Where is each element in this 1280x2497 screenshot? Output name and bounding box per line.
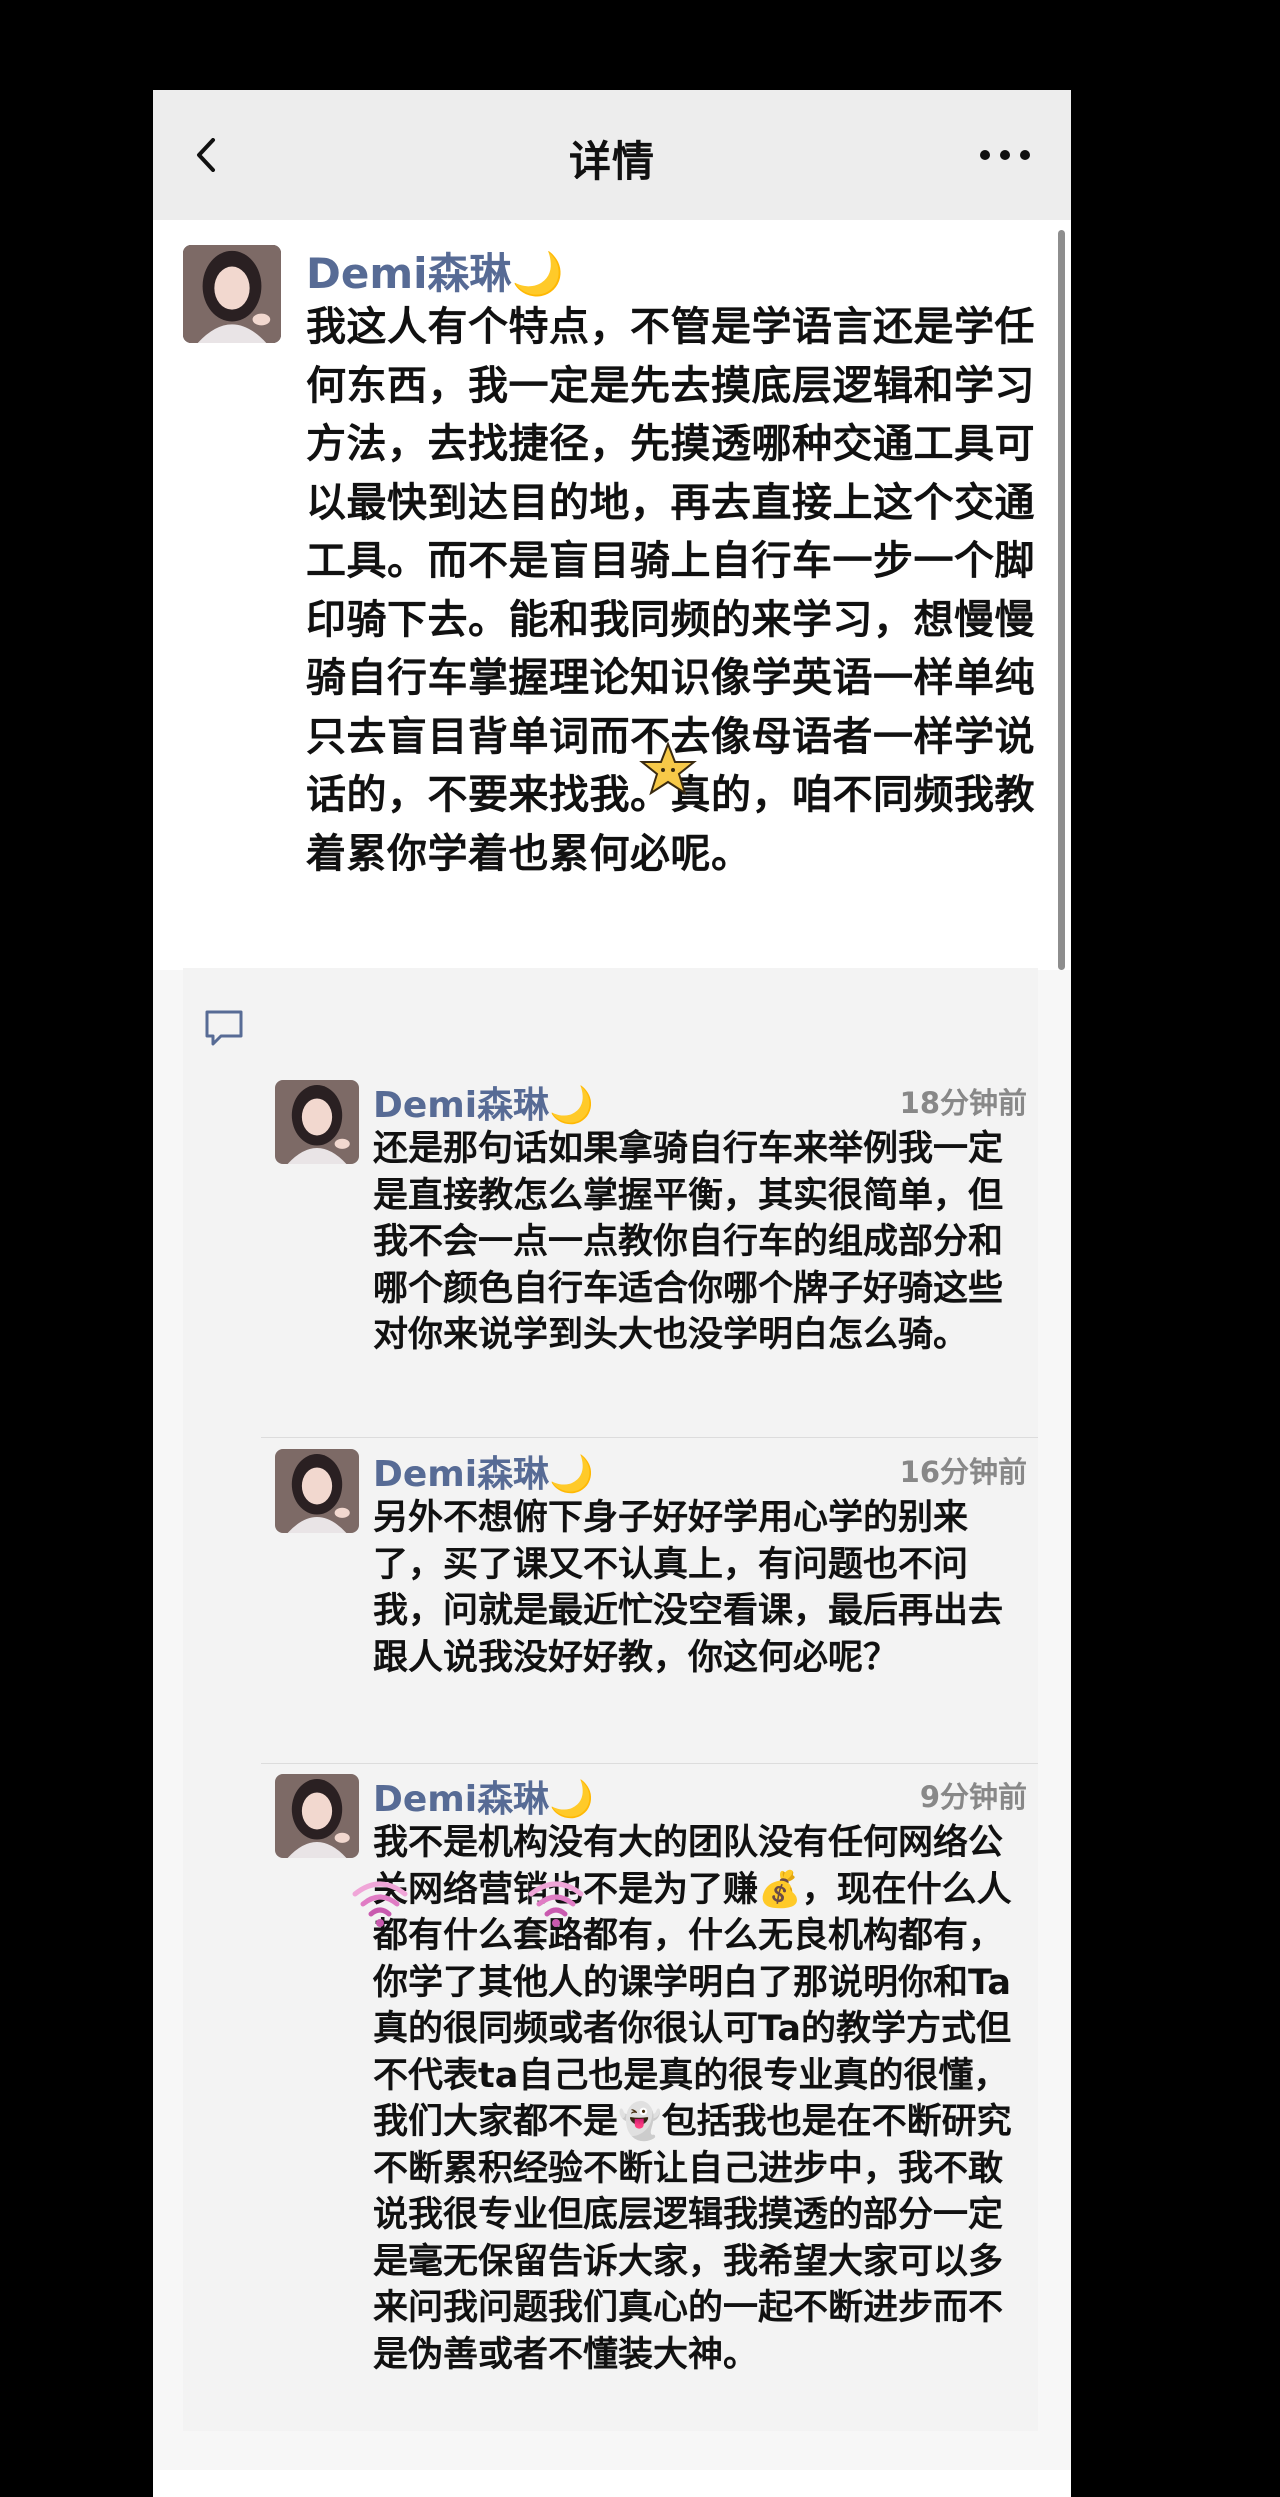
avatar-image — [275, 1449, 359, 1533]
avatar[interactable] — [275, 1449, 359, 1533]
bottom-input-bar[interactable] — [153, 2470, 1071, 2497]
comment-body: 另外不想俯下身子好好学用心学的别来了，买了课又不认真上，有问题也不问我，问就是最… — [373, 1498, 1004, 1678]
comment-item: Demi森琳🌙 9分钟前 我不是机构没有大的团队没有任何网络公关网络营销也不是为… — [275, 1774, 1027, 2424]
comment-bubble-icon[interactable] — [203, 1008, 245, 1048]
avatar-image — [275, 1774, 359, 1858]
avatar-image — [275, 1080, 359, 1164]
avatar-image — [183, 245, 281, 343]
divider — [261, 1763, 1038, 1764]
author-name: Demi森琳 — [373, 1454, 550, 1495]
author-name: Demi森琳 — [373, 1779, 550, 1820]
avatar[interactable] — [275, 1080, 359, 1164]
comment-item: Demi森琳🌙 16分钟前 另外不想俯下身子好好学用心学的别来了，买了课又不认真… — [275, 1449, 1027, 1749]
moon-emoji: 🌙 — [511, 249, 564, 298]
comment-body: 我不是机构没有大的团队没有任何网络公关网络营销也不是为了赚💰，现在什么人都有什么… — [373, 1823, 1012, 2375]
author-name: Demi森琳 — [373, 1085, 550, 1126]
comment-time: 16分钟前 — [899, 1455, 1027, 1489]
moon-emoji: 🌙 — [549, 1779, 594, 1820]
comment-item: Demi森琳🌙 18分钟前 还是那句话如果拿骑自行车来举例我一定是直接教怎么掌握… — [275, 1080, 1027, 1440]
moon-emoji: 🌙 — [549, 1454, 594, 1495]
avatar[interactable] — [275, 1774, 359, 1858]
phone-screen: 详情 Demi森琳🌙 我这人有个特点，不管是学语言还是学任何东西，我一定是先去摸… — [153, 90, 1071, 2497]
page-title: 详情 — [568, 137, 655, 186]
top-navbar: 详情 — [153, 90, 1071, 220]
post-author[interactable]: Demi森琳🌙 — [306, 240, 564, 301]
scrollbar[interactable] — [1058, 230, 1065, 970]
comment-author[interactable]: Demi森琳🌙 — [373, 1770, 594, 1822]
comment-body: 还是那句话如果拿骑自行车来举例我一定是直接教怎么掌握平衡，其实很简单，但我不会一… — [373, 1129, 1004, 1355]
comment-time: 18分钟前 — [899, 1086, 1027, 1120]
main-post: Demi森琳🌙 我这人有个特点，不管是学语言还是学任何东西，我一定是先去摸底层逻… — [153, 220, 1071, 970]
comment-author[interactable]: Demi森琳🌙 — [373, 1076, 594, 1128]
avatar[interactable] — [183, 245, 281, 343]
author-name: Demi森琳 — [306, 249, 512, 298]
comments-section: Demi森琳🌙 18分钟前 还是那句话如果拿骑自行车来举例我一定是直接教怎么掌握… — [183, 968, 1038, 2431]
comment-author[interactable]: Demi森琳🌙 — [373, 1445, 594, 1497]
more-dots-icon[interactable] — [977, 140, 1033, 170]
divider — [261, 1437, 1038, 1438]
post-body: 我这人有个特点，不管是学语言还是学任何东西，我一定是先去摸底层逻辑和学习方法，去… — [306, 304, 1035, 877]
moon-emoji: 🌙 — [549, 1085, 594, 1126]
comment-time: 9分钟前 — [919, 1780, 1027, 1814]
